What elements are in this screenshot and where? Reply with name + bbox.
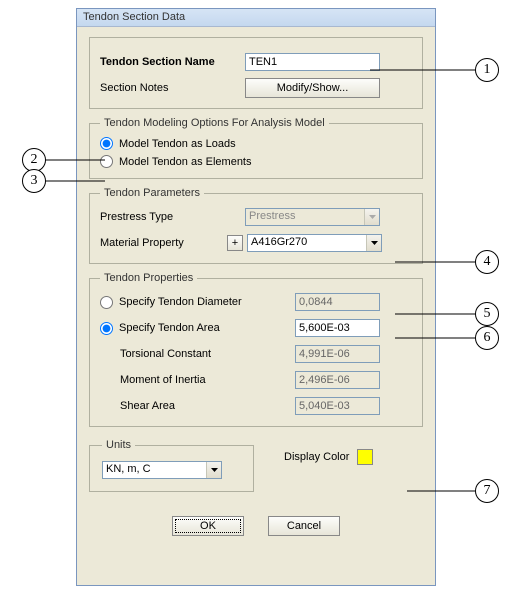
callout-4: 4 [475,250,499,274]
callout-3: 3 [22,169,46,193]
callout-6: 6 [475,326,499,350]
callout-5: 5 [475,302,499,326]
callout-1: 1 [475,58,499,82]
callout-7: 7 [475,479,499,503]
